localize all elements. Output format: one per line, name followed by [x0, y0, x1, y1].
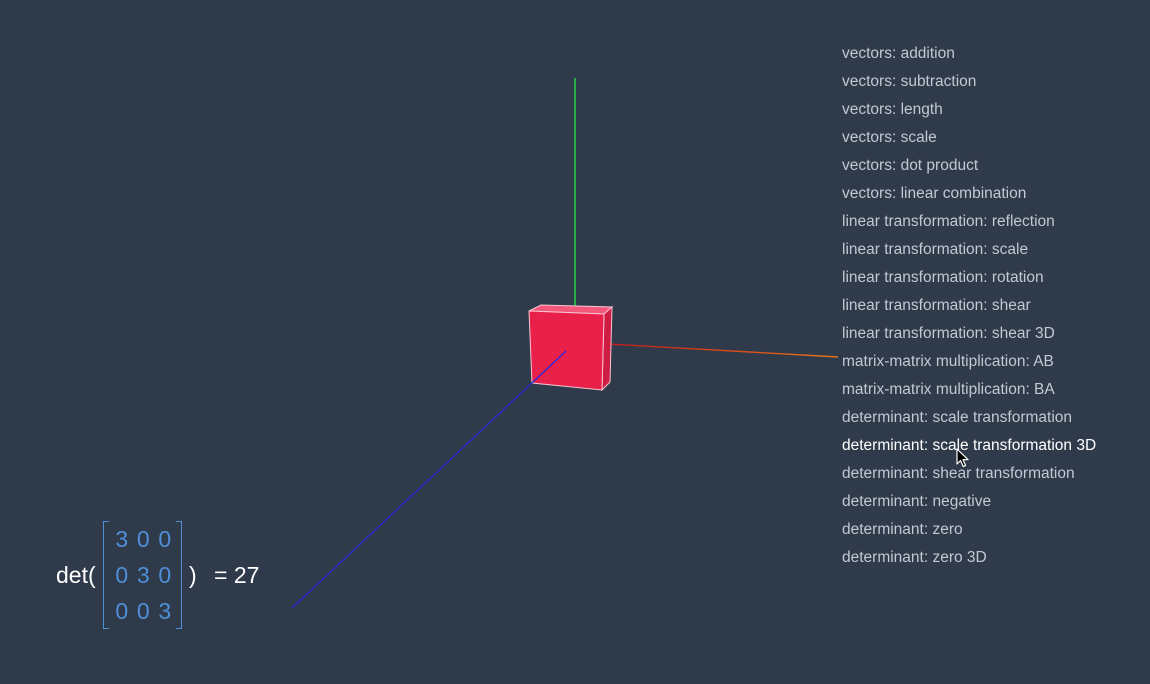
- matrix-cell: 3: [115, 526, 129, 552]
- menu-item[interactable]: matrix-matrix multiplication: AB: [842, 350, 1142, 378]
- example-menu: vectors: addition vectors: subtraction vec…: [842, 42, 1142, 574]
- matrix: 300 030 003: [111, 521, 181, 629]
- menu-item[interactable]: determinant: zero: [842, 518, 1142, 546]
- matrix-cell: 0: [158, 562, 172, 588]
- menu-item[interactable]: linear transformation: scale: [842, 238, 1142, 266]
- cube-front-face: [528, 310, 605, 391]
- det-prefix: det(: [56, 562, 96, 588]
- x-axis: [607, 343, 839, 358]
- menu-item[interactable]: vectors: scale: [842, 126, 1142, 154]
- menu-item[interactable]: vectors: dot product: [842, 154, 1142, 182]
- matrix-left-bracket: [103, 521, 109, 629]
- menu-item[interactable]: determinant: shear transformation: [842, 462, 1142, 490]
- menu-item[interactable]: linear transformation: rotation: [842, 266, 1142, 294]
- matrix-cell: 0: [136, 598, 150, 624]
- menu-item[interactable]: determinant: scale transformation: [842, 406, 1142, 434]
- matrix-cell: 3: [136, 562, 150, 588]
- matrix-cell: 0: [115, 562, 129, 588]
- menu-item[interactable]: determinant: zero 3D: [842, 546, 1142, 574]
- menu-item[interactable]: linear transformation: shear 3D: [842, 322, 1142, 350]
- matrix-right-bracket: [176, 521, 182, 629]
- menu-item[interactable]: vectors: subtraction: [842, 70, 1142, 98]
- determinant-result: = 27: [214, 562, 260, 588]
- matrix-row: 300: [111, 521, 181, 557]
- cube: [528, 304, 614, 392]
- mouse-pointer-icon: [956, 448, 969, 468]
- menu-item[interactable]: linear transformation: reflection: [842, 210, 1142, 238]
- menu-item[interactable]: vectors: length: [842, 98, 1142, 126]
- menu-item[interactable]: vectors: linear combination: [842, 182, 1142, 210]
- menu-item[interactable]: determinant: negative: [842, 490, 1142, 518]
- matrix-cell: 0: [158, 526, 172, 552]
- matrix-cell: 0: [136, 526, 150, 552]
- determinant-formula: det( 300 030 003 ) = 27: [56, 521, 316, 629]
- menu-item[interactable]: determinant: scale transformation 3D: [842, 434, 1142, 462]
- menu-item[interactable]: linear transformation: shear: [842, 294, 1142, 322]
- menu-item[interactable]: matrix-matrix multiplication: BA: [842, 378, 1142, 406]
- matrix-row: 003: [111, 593, 181, 629]
- z-axis: [291, 350, 567, 609]
- matrix-row: 030: [111, 557, 181, 593]
- det-close-paren: ): [189, 562, 197, 588]
- matrix-cell: 0: [115, 598, 129, 624]
- menu-item[interactable]: vectors: addition: [842, 42, 1142, 70]
- matrix-cell: 3: [158, 598, 172, 624]
